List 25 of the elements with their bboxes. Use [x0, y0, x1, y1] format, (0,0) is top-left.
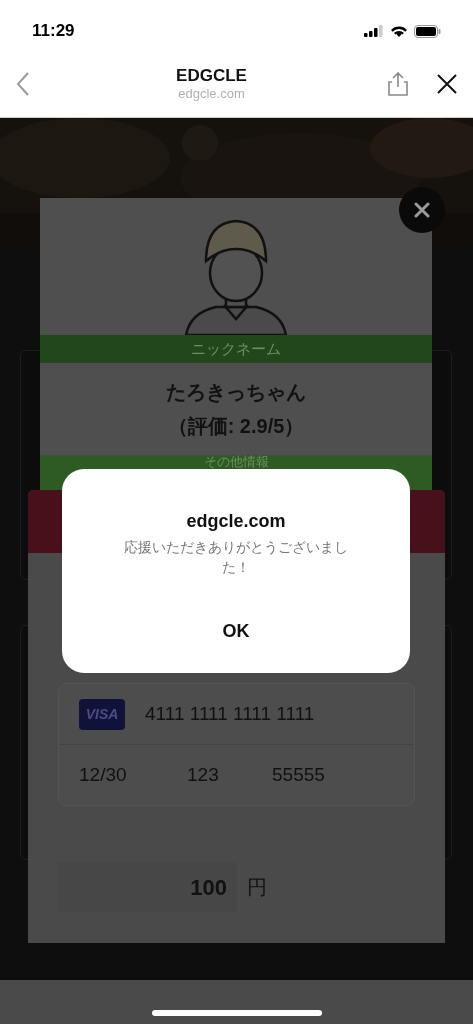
close-button[interactable] [437, 73, 457, 94]
card-brand-logo: VISA [79, 698, 125, 730]
share-icon [387, 71, 409, 96]
ok-button[interactable]: OK [190, 610, 282, 653]
nickname: たろきっちゃん [166, 380, 306, 405]
card-number-field[interactable]: 4111 1111 1111 1111 [145, 699, 315, 729]
expiry-field[interactable]: 12/30 [79, 760, 187, 790]
page-title: EDGCLE [176, 64, 247, 86]
status-time: 11:29 [32, 20, 75, 43]
back-icon [16, 71, 30, 96]
page-url: edgcle.com [178, 86, 245, 103]
currency-label: 円 [247, 875, 267, 900]
wifi-icon [390, 24, 408, 38]
rating-text: （評価: 2.9/5） [167, 414, 305, 439]
share-button[interactable] [387, 71, 409, 96]
battery-icon [414, 24, 441, 38]
alert-message: 応援いただきありがとうございました！ [123, 538, 349, 577]
close-icon [414, 202, 430, 218]
signal-icon [364, 25, 384, 37]
alert-title: edgcle.com [186, 510, 286, 533]
cvc-field[interactable]: 123 [187, 760, 272, 790]
close-icon [437, 73, 457, 94]
postal-code-field[interactable]: 55555 [272, 760, 325, 790]
section-label: その他情報 [203, 455, 269, 471]
nickname-label: ニックネーム [191, 338, 281, 359]
